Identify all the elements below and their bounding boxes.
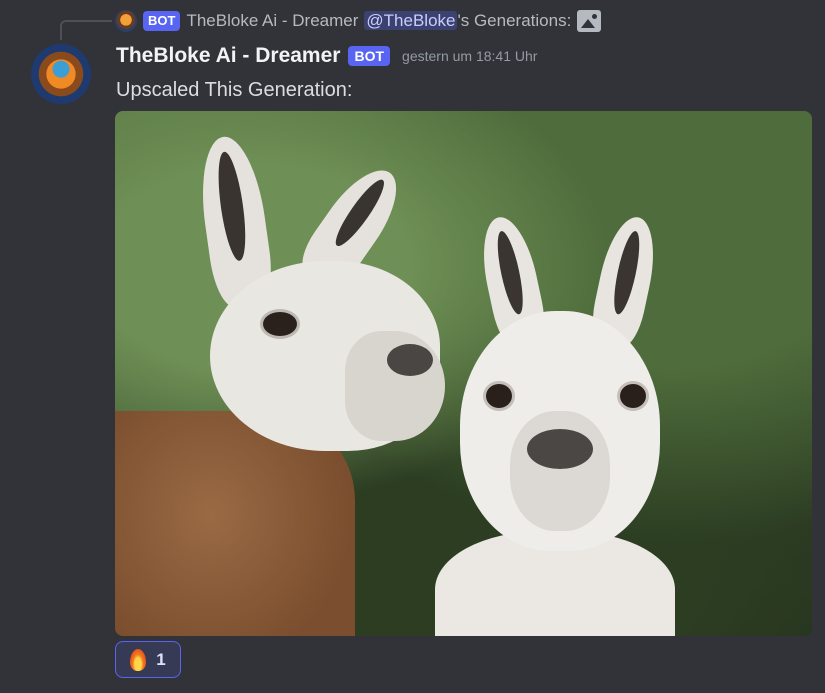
reaction-count: 1 — [156, 649, 166, 669]
image-attachment-icon — [577, 10, 602, 32]
llama-left-eye — [260, 309, 300, 339]
bot-badge: BOT — [348, 46, 391, 66]
reply-author-avatar[interactable] — [115, 10, 137, 32]
reply-text-suffix: 's Generations: — [457, 11, 572, 30]
reply-connector-line — [60, 20, 112, 40]
reply-author-name[interactable]: TheBloke Ai - Dreamer — [186, 11, 358, 31]
fire-icon — [130, 648, 147, 671]
llama-left-nose — [387, 344, 433, 376]
reply-preview[interactable]: BOT TheBloke Ai - Dreamer @TheBloke's Ge… — [115, 8, 602, 34]
author-username[interactable]: TheBloke Ai - Dreamer — [116, 44, 340, 68]
reply-bot-badge: BOT — [143, 11, 181, 31]
message-text: Upscaled This Generation: — [116, 79, 353, 101]
llama-right-nose — [527, 429, 593, 469]
author-avatar[interactable] — [31, 44, 91, 104]
message-header: TheBloke Ai - Dreamer BOT gestern um 18:… — [116, 44, 537, 68]
generated-image-attachment[interactable] — [115, 111, 812, 636]
message-timestamp: gestern um 18:41 Uhr — [402, 48, 538, 64]
llama-right-eye — [483, 381, 515, 411]
llama-right-eye — [617, 381, 649, 411]
reaction-button[interactable]: 1 — [115, 641, 181, 678]
reply-mention[interactable]: @TheBloke — [364, 11, 458, 30]
